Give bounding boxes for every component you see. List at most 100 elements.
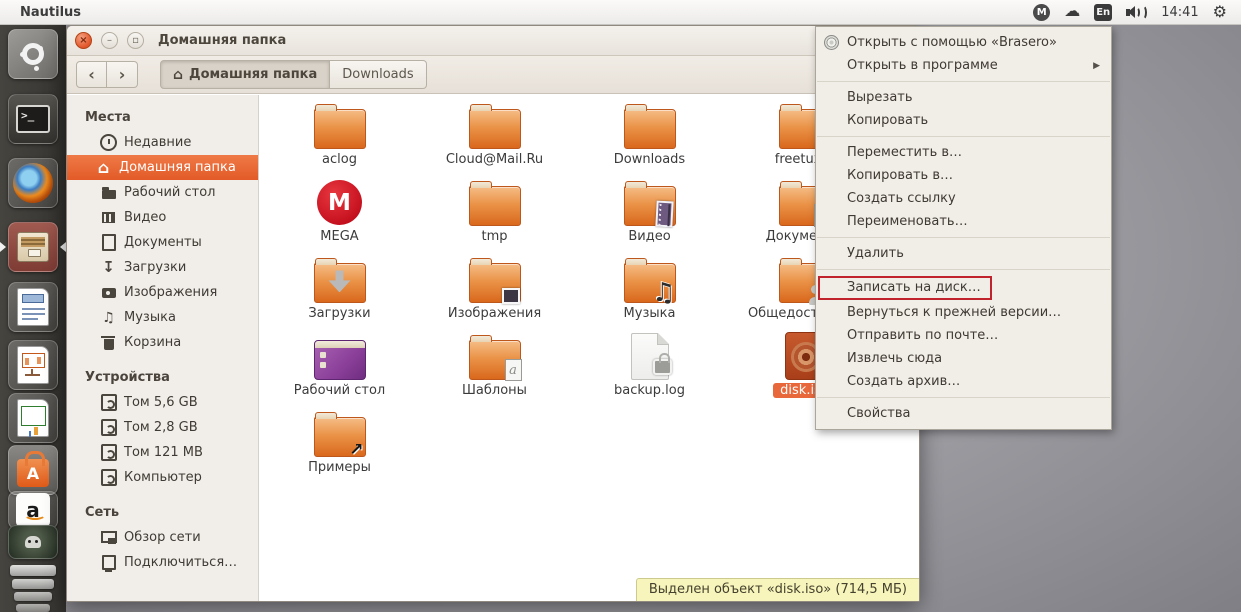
session-gear-icon[interactable]: ⚙ [1213, 4, 1227, 20]
context-menu: Открыть с помощью «Brasero» Открыть в пр… [815, 26, 1112, 430]
drive-icon [100, 470, 117, 486]
cloud-sync-icon[interactable]: ☁ [1064, 3, 1080, 19]
folder-music-icon: ♫ [624, 263, 676, 303]
menu-item-open-with-brasero[interactable]: Открыть с помощью «Brasero» [816, 31, 1111, 54]
folder-templates-icon: a [469, 340, 521, 380]
back-button[interactable]: ‹ [76, 61, 107, 88]
toolbar: ‹ › ⌂Домашняя папка Downloads [67, 56, 919, 94]
minimize-button[interactable]: – [101, 32, 118, 49]
calc-icon [17, 399, 49, 437]
dock-software-center[interactable]: A [8, 445, 58, 495]
sidebar-item-browse-network[interactable]: Обзор сети [67, 525, 258, 550]
file-item-cloud-mail[interactable]: Cloud@Mail.Ru [417, 99, 572, 176]
maximize-button[interactable]: ▫ [127, 32, 144, 49]
breadcrumb-home[interactable]: ⌂Домашняя папка [160, 60, 330, 89]
unity-launcher: >_ A a [0, 25, 66, 612]
file-item-examples[interactable]: ↗Примеры [262, 407, 417, 484]
folder-images-icon [469, 263, 521, 303]
file-item-tmp[interactable]: tmp [417, 176, 572, 253]
software-center-icon: A [17, 459, 49, 487]
global-menu-app-name[interactable]: Nautilus [20, 5, 81, 20]
clock[interactable]: 14:41 [1161, 5, 1198, 20]
game-icon [25, 536, 41, 548]
dock-game[interactable] [8, 525, 58, 559]
menu-item-open-with-app[interactable]: Открыть в программе [816, 54, 1111, 77]
dash-home-button[interactable] [8, 29, 58, 79]
file-item-mega[interactable]: MMEGA [262, 176, 417, 253]
sidebar-item-recent[interactable]: Недавние [67, 130, 258, 155]
menu-item-rename[interactable]: Переименовать… [816, 210, 1111, 233]
file-cabinet-icon [17, 232, 49, 262]
menu-separator [817, 237, 1110, 238]
menu-item-delete[interactable]: Удалить [816, 242, 1111, 265]
menu-item-move-to[interactable]: Переместить в… [816, 141, 1111, 164]
window-titlebar[interactable]: × – ▫ Домашняя папка [67, 26, 919, 56]
dock-collapsed-item[interactable] [10, 565, 56, 576]
menu-separator [817, 81, 1110, 82]
file-item-aclog[interactable]: aclog [262, 99, 417, 176]
dock-collapsed-item[interactable] [12, 579, 54, 589]
sidebar-item-volume-121[interactable]: Том 121 MB [67, 440, 258, 465]
menu-item-make-link[interactable]: Создать ссылку [816, 187, 1111, 210]
menu-item-extract-here[interactable]: Извлечь сюда [816, 347, 1111, 370]
sidebar-item-connect[interactable]: Подключиться… [67, 550, 258, 575]
music-icon [100, 310, 117, 326]
file-item-desktop[interactable]: Рабочий стол [262, 330, 417, 407]
menu-item-copy[interactable]: Копировать [816, 109, 1111, 132]
sidebar-item-trash[interactable]: Корзина [67, 330, 258, 355]
dock-libreoffice-writer[interactable] [8, 282, 58, 332]
sidebar-item-volume-28[interactable]: Том 2,8 GB [67, 415, 258, 440]
dock-terminal[interactable]: >_ [8, 94, 58, 144]
dock-file-manager[interactable] [8, 222, 58, 272]
file-item-downloads[interactable]: Downloads [572, 99, 727, 176]
breadcrumb-downloads[interactable]: Downloads [330, 60, 426, 89]
volume-icon[interactable] [1126, 5, 1147, 20]
sidebar-item-music[interactable]: Музыка [67, 305, 258, 330]
folder-download-icon [314, 263, 366, 303]
drive-icon [100, 445, 117, 461]
menu-item-write-to-disc-highlighted[interactable]: Записать на диск… [816, 274, 1111, 301]
sidebar-item-downloads[interactable]: Загрузки [67, 255, 258, 280]
drive-icon [100, 420, 117, 436]
sidebar-item-documents[interactable]: Документы [67, 230, 258, 255]
mega-status-icon[interactable]: M [1033, 4, 1050, 21]
dock-collapsed-item[interactable] [14, 592, 52, 601]
dock-amazon[interactable]: a [8, 491, 58, 529]
dock-libreoffice-impress[interactable] [8, 340, 58, 390]
close-button[interactable]: × [75, 32, 92, 49]
sidebar-item-volume-56[interactable]: Том 5,6 GB [67, 390, 258, 415]
menu-item-create-archive[interactable]: Создать архив… [816, 370, 1111, 393]
terminal-icon: >_ [16, 105, 50, 133]
dock-libreoffice-calc[interactable] [8, 393, 58, 443]
menu-item-cut[interactable]: Вырезать [816, 86, 1111, 109]
film-icon [100, 210, 117, 226]
sidebar-item-pictures[interactable]: Изображения [67, 280, 258, 305]
menu-item-send-by-mail[interactable]: Отправить по почте… [816, 324, 1111, 347]
menu-separator [817, 269, 1110, 270]
folder-icon [314, 109, 366, 149]
file-item-templates[interactable]: aШаблоны [417, 330, 572, 407]
download-icon [100, 260, 117, 276]
home-icon: ⌂ [173, 67, 183, 83]
folder-icon [469, 186, 521, 226]
file-item-downloads-ru[interactable]: Загрузки [262, 253, 417, 330]
red-highlight-box: Записать на диск… [818, 276, 992, 300]
folder-video-icon [624, 186, 676, 226]
menu-item-copy-to[interactable]: Копировать в… [816, 164, 1111, 187]
forward-button[interactable]: › [107, 61, 138, 88]
sidebar-item-home[interactable]: Домашняя папка [67, 155, 258, 180]
file-item-video[interactable]: Видео [572, 176, 727, 253]
keyboard-layout-indicator[interactable]: En [1094, 4, 1112, 21]
file-item-pictures[interactable]: Изображения [417, 253, 572, 330]
sidebar-section-network: Сеть [67, 500, 258, 525]
file-item-music[interactable]: ♫Музыка [572, 253, 727, 330]
lock-icon [653, 359, 672, 375]
sidebar-item-computer[interactable]: Компьютер [67, 465, 258, 490]
menu-item-revert-to-previous[interactable]: Вернуться к прежней версии… [816, 301, 1111, 324]
dock-firefox[interactable] [8, 158, 58, 208]
file-item-backup-log[interactable]: backup.log [572, 330, 727, 407]
sidebar-item-videos[interactable]: Видео [67, 205, 258, 230]
sidebar-item-desktop[interactable]: Рабочий стол [67, 180, 258, 205]
menu-item-properties[interactable]: Свойства [816, 402, 1111, 425]
dock-collapsed-item[interactable] [16, 604, 50, 612]
